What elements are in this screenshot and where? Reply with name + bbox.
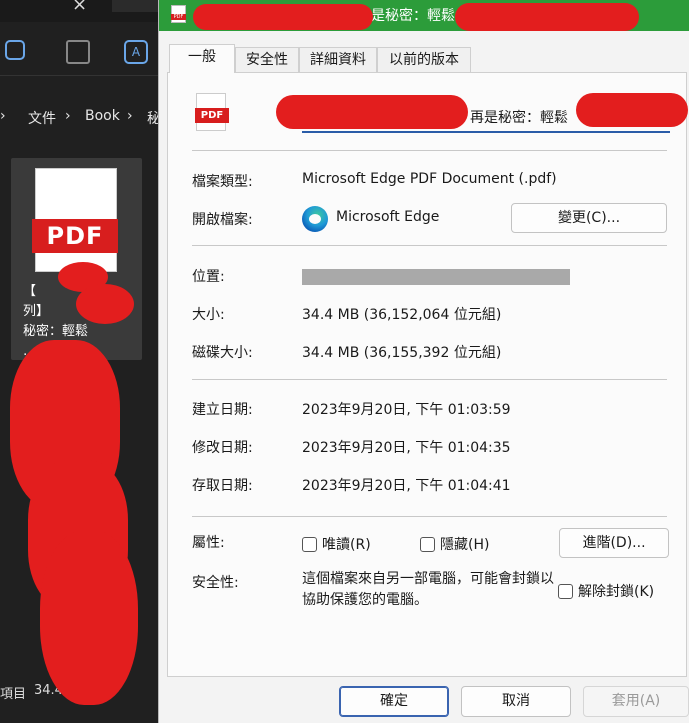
pdf-file-icon: PDF	[32, 168, 118, 272]
copy-icon[interactable]	[5, 40, 25, 60]
redaction-mark	[576, 93, 688, 127]
file-item-selected[interactable]: PDF 【 列】 秘密：輕鬆 …	[11, 158, 142, 360]
breadcrumb-item-book[interactable]: Book	[85, 108, 120, 124]
location-value-redacted	[302, 269, 570, 285]
explorer-toolbar: A	[0, 30, 160, 76]
tab-details[interactable]: 詳細資料	[299, 47, 377, 73]
change-button[interactable]: 變更(C)...	[511, 203, 667, 233]
readonly-checkbox[interactable]: 唯讀(R)	[302, 534, 371, 554]
tab-general[interactable]: 一般	[169, 44, 235, 73]
redaction-mark	[455, 3, 639, 31]
chevron-right-icon: ›	[127, 108, 133, 124]
size-label: 大小:	[192, 307, 225, 323]
close-icon[interactable]: ×	[72, 0, 87, 15]
divider	[192, 379, 667, 380]
rename-icon[interactable]: A	[124, 40, 148, 64]
hidden-label: 隱藏(H)	[440, 537, 490, 553]
security-message: 這個檔案來自另一部電腦，可能會封鎖以協助保護您的電腦。	[302, 571, 554, 608]
tab-security[interactable]: 安全性	[235, 47, 299, 73]
properties-dialog: PDF 是秘密：輕鬆 一般 安全性 詳細資料 以前的版本 PDF 再是秘密：輕鬆…	[158, 0, 689, 723]
new-tab-button[interactable]	[112, 0, 160, 12]
pdf-file-icon: PDF	[171, 5, 186, 23]
pdf-label: PDF	[171, 14, 186, 20]
chevron-right-icon: ›	[65, 108, 71, 124]
disk-size-value: 34.4 MB (36,155,392 位元組)	[302, 345, 502, 361]
breadcrumb: › 文件 › Book › 秘	[0, 104, 161, 132]
modified-value: 2023年9月20日, 下午 01:04:35	[302, 440, 511, 456]
unblock-label: 解除封鎖(K)	[578, 584, 655, 600]
modified-label: 修改日期:	[192, 440, 253, 456]
explorer-titlebar: ×	[0, 0, 160, 22]
ok-button[interactable]: 確定	[339, 686, 449, 717]
file-name-text: 再是秘密：輕鬆	[470, 110, 568, 126]
hidden-checkbox[interactable]: 隱藏(H)	[420, 534, 489, 554]
checkbox-box[interactable]	[558, 583, 573, 599]
redaction-mark	[276, 95, 468, 129]
pdf-label: PDF	[32, 219, 118, 253]
opens-with-value: Microsoft Edge	[336, 209, 440, 225]
created-value: 2023年9月20日, 下午 01:03:59	[302, 402, 511, 418]
item-count-label: 項目	[0, 687, 27, 702]
size-value: 34.4 MB (36,152,064 位元組)	[302, 307, 502, 323]
breadcrumb-item-documents[interactable]: 文件	[28, 108, 56, 128]
divider	[192, 516, 667, 517]
divider	[192, 150, 667, 151]
created-label: 建立日期:	[192, 402, 253, 418]
disk-size-label: 磁碟大小:	[192, 345, 253, 361]
advanced-button[interactable]: 進階(D)...	[559, 528, 669, 558]
general-panel: PDF 再是秘密：輕鬆 檔案類型: Microsoft Edge PDF Doc…	[167, 72, 688, 677]
unblock-checkbox[interactable]: 解除封鎖(K)	[558, 581, 654, 601]
chevron-right-icon: ›	[0, 108, 6, 124]
edge-icon	[302, 206, 328, 232]
cancel-button[interactable]: 取消	[461, 686, 571, 717]
redaction-mark	[40, 530, 138, 705]
file-type-label: 檔案類型:	[192, 174, 253, 190]
paste-icon[interactable]	[66, 40, 90, 64]
pdf-file-icon: PDF	[195, 93, 229, 131]
pdf-label: PDF	[195, 108, 229, 123]
readonly-label: 唯讀(R)	[322, 537, 371, 553]
checkbox-box[interactable]	[302, 536, 317, 552]
location-label: 位置:	[192, 269, 225, 285]
dialog-title: 是秘密：輕鬆	[371, 8, 455, 24]
file-type-value: Microsoft Edge PDF Document (.pdf)	[302, 171, 557, 187]
security-label: 安全性:	[192, 575, 239, 591]
accessed-value: 2023年9月20日, 下午 01:04:41	[302, 478, 511, 494]
accessed-label: 存取日期:	[192, 478, 253, 494]
tab-previous-versions[interactable]: 以前的版本	[377, 47, 471, 73]
apply-button[interactable]: 套用(A)	[583, 686, 689, 717]
redaction-mark	[193, 4, 373, 30]
redaction-mark	[76, 284, 134, 324]
divider	[192, 245, 667, 246]
opens-with-label: 開啟檔案:	[192, 212, 253, 228]
tab-bar: 一般 安全性 詳細資料 以前的版本	[167, 44, 687, 73]
screen: { "explorer": { "close_glyph": "×", "bre…	[0, 0, 689, 723]
checkbox-box[interactable]	[420, 536, 435, 552]
attributes-label: 屬性:	[192, 535, 225, 551]
